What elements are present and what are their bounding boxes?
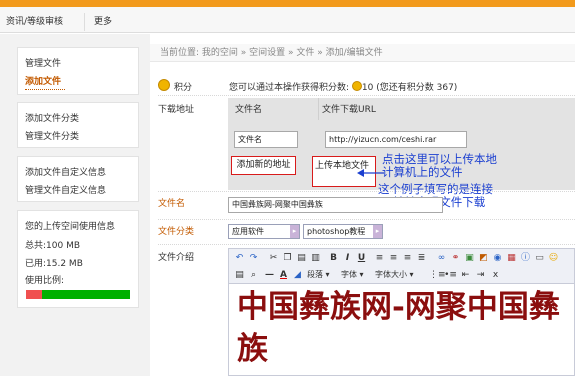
- special-char-icon[interactable]: ⓘ: [519, 251, 532, 265]
- annotation-arrow-icon: [357, 169, 384, 177]
- media-icon[interactable]: ◉: [491, 251, 504, 265]
- unordered-list-icon[interactable]: •≡: [444, 268, 457, 282]
- row-divider: [158, 191, 575, 192]
- subscript-icon[interactable]: ⅹ: [489, 268, 502, 282]
- editor-content-text: 中国彝族网-网聚中国彝族: [237, 289, 560, 367]
- horizontal-rule-icon[interactable]: ▭: [533, 251, 546, 265]
- bold-icon[interactable]: B: [327, 251, 340, 265]
- redo-icon[interactable]: ↷: [247, 251, 260, 265]
- highlight-icon[interactable]: ◢: [291, 268, 304, 282]
- flash-icon[interactable]: ◩: [477, 251, 490, 265]
- sidebar-item-manage-custom-info[interactable]: 管理文件自定义信息: [25, 183, 106, 196]
- small-coin-icon: [351, 81, 362, 91]
- filename-input[interactable]: 中国彝族网-网聚中国彝族: [228, 197, 443, 213]
- usage-ratio-label: 使用比例:: [25, 276, 65, 286]
- font-size-dropdown[interactable]: 字体大小 ▾: [375, 268, 414, 282]
- sidebar-group-files: 管理文件 添加文件: [17, 47, 139, 95]
- paste-text-icon[interactable]: ▥: [309, 251, 322, 265]
- usage-used: 已用:15.2 MB: [25, 259, 83, 269]
- category-select-secondary[interactable]: photoshop教程 ▸: [303, 224, 383, 239]
- italic-icon[interactable]: I: [341, 251, 354, 265]
- usage-progress-fill: [26, 290, 42, 299]
- top-accent-bar: [0, 0, 575, 7]
- sidebar-group-custom-info: 添加文件自定义信息 管理文件自定义信息: [17, 156, 139, 202]
- editor-toolbar: ↶ ↷ ✂ ❐ ▤ ▥ B I U ≡ ≡ ≡ ≣ ∞ ⚭ ▣ ◩ ◉ ▦ ⓘ …: [228, 248, 575, 284]
- usage-title: 您的上传空间使用信息: [25, 222, 116, 232]
- col-header-url: 文件下载URL: [322, 105, 376, 115]
- table-icon[interactable]: ▦: [505, 251, 518, 265]
- font-family-dropdown[interactable]: 字体 ▾: [341, 268, 364, 282]
- preview-icon[interactable]: ▤: [233, 268, 246, 282]
- points-value: 10: [361, 83, 374, 93]
- annotation-line-1: 点击这里可以上传本地: [382, 152, 497, 166]
- row-divider: [158, 219, 575, 220]
- row-divider: [158, 95, 575, 96]
- undo-icon[interactable]: ↶: [233, 251, 246, 265]
- remove-format-icon[interactable]: —: [263, 268, 276, 282]
- category-select-primary[interactable]: 应用软件 ▸: [228, 224, 300, 239]
- paste-icon[interactable]: ▤: [295, 251, 308, 265]
- col-header-filename: 文件名: [235, 105, 263, 115]
- align-justify-icon[interactable]: ≣: [415, 251, 428, 265]
- sidebar-item-add-custom-info[interactable]: 添加文件自定义信息: [25, 165, 106, 178]
- sidebar-item-manage-categories[interactable]: 管理文件分类: [25, 129, 79, 142]
- usage-total: 总共:100 MB: [25, 241, 81, 251]
- dropdown-arrow-icon[interactable]: ▸: [373, 225, 382, 238]
- points-description: 您可以通过本操作获得积分数:: [229, 83, 350, 93]
- nav-tab-info-review[interactable]: 资讯/等级审核: [0, 13, 85, 31]
- editor-toolbar-row-2: ▤ ⌕ — A ◢ 段落 ▾ 字体 ▾ 字体大小 ▾ ⋮≡ •≡ ⇤ ⇥ ⅹ: [229, 268, 575, 282]
- add-new-address-button[interactable]: 添加新的地址: [231, 156, 296, 175]
- sidebar-item-add-category[interactable]: 添加文件分类: [25, 111, 79, 124]
- row-divider: [158, 244, 575, 245]
- nav-tab-more[interactable]: 更多: [88, 13, 128, 31]
- col-divider: [318, 98, 319, 120]
- download-label: 下载地址: [158, 105, 195, 115]
- link-icon[interactable]: ∞: [435, 251, 448, 265]
- top-nav-bar: 资讯/等级审核 更多: [0, 7, 575, 33]
- points-text: 您可以通过本操作获得积分数: 10 (您还有积分数 367): [229, 80, 457, 93]
- usage-progress-bar: [26, 290, 130, 299]
- editor-content-area[interactable]: 中国彝族网-网聚中国彝族: [228, 284, 575, 376]
- breadcrumb: 当前位置: 我的空间 » 空间设置 » 文件 » 添加/编辑文件: [150, 44, 575, 62]
- annotation-line-3: 这个例子填写的是连接: [378, 182, 493, 196]
- image-icon[interactable]: ▣: [463, 251, 476, 265]
- outdent-icon[interactable]: ⇤: [459, 268, 472, 282]
- download-filename-input[interactable]: 文件名: [234, 131, 298, 148]
- sidebar-item-add-file[interactable]: 添加文件: [25, 74, 66, 90]
- underline-icon[interactable]: U: [355, 251, 368, 265]
- category-select-primary-value: 应用软件: [232, 227, 264, 236]
- unlink-icon[interactable]: ⚭: [449, 251, 462, 265]
- category-select-secondary-value: photoshop教程: [307, 227, 366, 236]
- align-center-icon[interactable]: ≡: [387, 251, 400, 265]
- intro-label: 文件介绍: [158, 253, 195, 263]
- ordered-list-icon[interactable]: ⋮≡: [429, 268, 446, 282]
- points-remaining: (您还有积分数 367): [376, 83, 458, 93]
- dropdown-arrow-icon[interactable]: ▸: [290, 225, 299, 238]
- copy-icon[interactable]: ❐: [281, 251, 294, 265]
- coin-icon: [158, 79, 170, 91]
- sidebar-group-categories: 添加文件分类 管理文件分类: [17, 102, 139, 148]
- filename-label: 文件名: [158, 199, 186, 209]
- font-size-label: 字体大小: [375, 270, 407, 279]
- download-url-input[interactable]: http://yizucn.com/ceshi.rar: [325, 131, 467, 148]
- font-family-label: 字体: [341, 270, 357, 279]
- emoticon-icon[interactable]: ☺: [547, 251, 560, 265]
- font-color-icon[interactable]: A: [277, 268, 290, 282]
- indent-icon[interactable]: ⇥: [474, 268, 487, 282]
- find-icon[interactable]: ⌕: [247, 268, 260, 282]
- paragraph-format-label: 段落: [307, 270, 323, 279]
- align-right-icon[interactable]: ≡: [401, 251, 414, 265]
- annotation-line-2: 计算机上的文件: [382, 165, 463, 179]
- sidebar-item-manage-files[interactable]: 管理文件: [25, 56, 61, 69]
- points-label: 积分: [174, 83, 193, 93]
- paragraph-format-dropdown[interactable]: 段落 ▾: [307, 268, 330, 282]
- cut-icon[interactable]: ✂: [267, 251, 280, 265]
- category-label: 文件分类: [158, 227, 195, 237]
- align-left-icon[interactable]: ≡: [373, 251, 386, 265]
- editor-toolbar-row-1: ↶ ↷ ✂ ❐ ▤ ▥ B I U ≡ ≡ ≡ ≣ ∞ ⚭ ▣ ◩ ◉ ▦ ⓘ …: [229, 251, 575, 265]
